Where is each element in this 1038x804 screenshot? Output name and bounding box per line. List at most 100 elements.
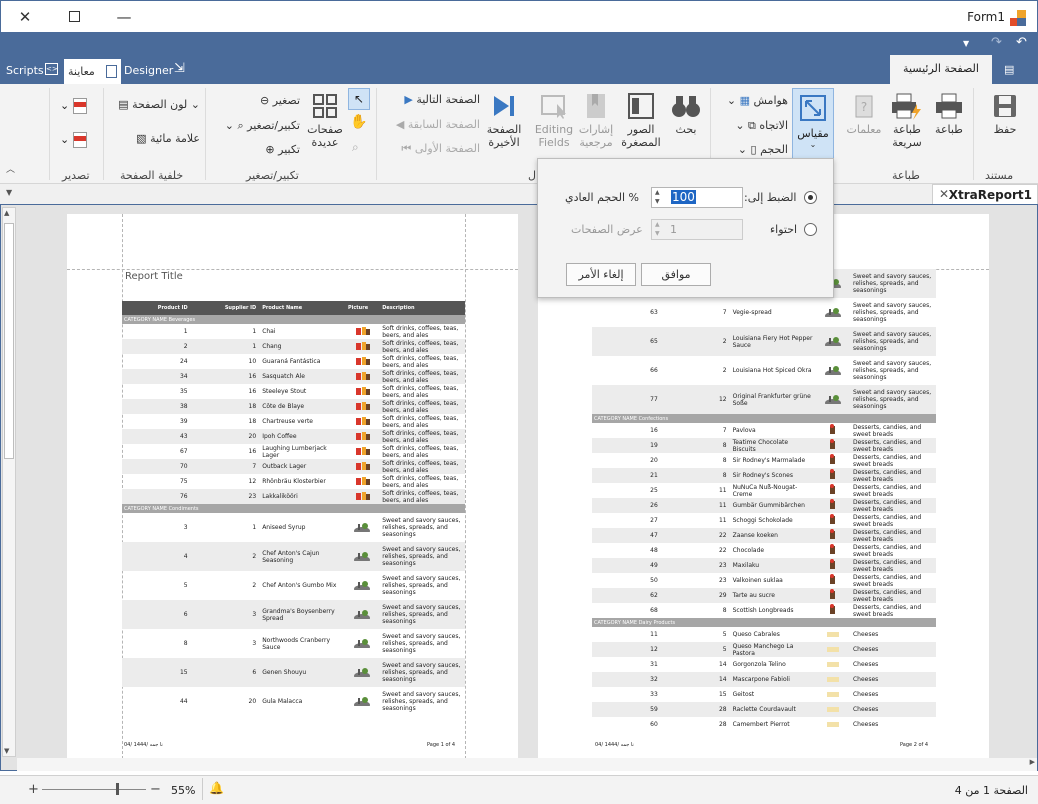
pointer-tool-button[interactable]: ↖ [348, 88, 370, 110]
spin-up-icon[interactable]: ▲ [655, 189, 660, 196]
spin-down-icon[interactable]: ▼ [655, 230, 660, 237]
fit-radio[interactable] [804, 223, 817, 236]
magnifier-tool-button[interactable]: ⌕ [352, 140, 359, 155]
save-button[interactable]: حفظ [985, 92, 1025, 136]
maximize-icon[interactable] [64, 7, 84, 27]
editing-fields-label-2: Fields [538, 136, 570, 149]
search-label: بحث [675, 123, 697, 136]
tab-home[interactable]: الصفحة الرئيسية [890, 55, 992, 84]
zoom-in-icon[interactable]: + [28, 782, 39, 797]
group-separator [973, 88, 974, 180]
table-cell: 23 [718, 577, 727, 584]
table-cell: NuNuCa Nuß-Nougat-Creme [732, 483, 798, 498]
search-button[interactable]: بحث [668, 92, 704, 136]
product-picture [815, 438, 850, 453]
editing-fields-button[interactable]: Editing Fields [534, 92, 574, 149]
editing-fields-label-1: Editing [534, 123, 574, 136]
report-footer-page: Page 1 of 4 [427, 742, 456, 748]
last-page-button[interactable]: الصفحة الأخيرة [484, 92, 524, 149]
next-page-button[interactable]: الصفحة التالية ▶ [380, 93, 480, 106]
bookmarks-button[interactable]: إشارات مرجعية [575, 92, 617, 149]
bookmarks-label-2: مرجعية [579, 136, 613, 149]
table-row: 24 10 Guaraná Fantástica Soft drinks, coffe… [122, 354, 465, 369]
table-cell: 5 [660, 642, 730, 657]
watermark-button[interactable]: علامة مائية ▧ [118, 132, 200, 145]
preview-tab[interactable]: معاينة [64, 59, 121, 84]
spin-up-icon[interactable]: ▲ [655, 221, 660, 228]
table-row: 77 12 Original Frankfurter grüne Soße Sweet… [592, 385, 936, 414]
multiple-pages-icon [313, 94, 337, 118]
ribbon: حفظ مستند طباعة طباعة سريعة ? معلمات مقي… [0, 84, 1038, 184]
adjust-to-spinner[interactable]: ▲ ▼ 100 [651, 187, 743, 208]
document-tab[interactable]: ✕ XtraReport1 [932, 184, 1038, 204]
zoom-in-button[interactable]: تكبير ⊕ [220, 143, 300, 156]
table-row: 43 20 Ipoh Coffee Soft drinks, coffees, tea… [122, 429, 465, 444]
table-cell: 29 [660, 588, 730, 603]
previous-page-button[interactable]: الصفحة السابقة ◀ [380, 118, 480, 131]
scripts-button[interactable]: Scripts [6, 64, 44, 77]
close-tab-icon[interactable]: ✕ [939, 187, 949, 201]
scroll-thumb[interactable] [4, 223, 14, 459]
cancel-button[interactable]: إلغاء الأمر [566, 263, 636, 286]
table-cell: 1 [190, 339, 260, 354]
designer-button[interactable]: Designer [124, 64, 173, 77]
scroll-up-icon[interactable]: ▲ [4, 209, 9, 217]
table-row: 1 1 Chai Soft drinks, coffees, teas, beers,… [122, 324, 465, 339]
adjust-to-radio[interactable] [804, 191, 817, 204]
notification-bell-icon[interactable]: 🔔 [209, 781, 224, 795]
scale-button[interactable]: مقياس ⌄ [792, 88, 834, 160]
table-cell: Desserts, candies, and sweet breads [852, 573, 922, 588]
product-picture [344, 459, 380, 474]
tab-list-chevron-icon[interactable]: ▼ [6, 188, 12, 197]
undo-icon[interactable]: ↶ [1016, 35, 1027, 50]
product-picture [345, 687, 379, 716]
column-header: Product ID [122, 301, 191, 315]
scroll-down-icon[interactable]: ▼ [4, 747, 9, 755]
email-pdf-button[interactable]: ⌄ [60, 132, 87, 148]
page-color-icon: ▤ [118, 98, 129, 111]
print-preview-area[interactable]: Report Title Product ID Supplier ID Produc… [0, 204, 1038, 771]
customize-chevron-icon[interactable]: ▼ [963, 39, 969, 48]
minimize-icon[interactable]: — [114, 7, 134, 27]
size-button[interactable]: الحجم ▯ ⌄ [718, 143, 788, 156]
margins-button[interactable]: هوامش ▦ ⌄ [718, 94, 788, 107]
zoom-out-button[interactable]: تصغير ⊖ [220, 94, 300, 107]
watermark-icon: ▧ [136, 132, 147, 145]
close-icon[interactable]: ✕ [15, 7, 35, 27]
table-cell: Soft drinks, coffees, teas, beers, and a… [379, 429, 465, 444]
table-cell: Northwoods Cranberry Sauce [262, 636, 331, 651]
collapse-ribbon-icon[interactable]: ︿ [6, 162, 15, 175]
scroll-right-icon[interactable]: ▶ [1030, 758, 1035, 766]
fit-spinner[interactable]: ▲ ▼ 1 [651, 219, 743, 240]
table-cell: 7 [190, 459, 260, 474]
table-cell: 1 [183, 328, 188, 335]
table-cell: Louisiana Fiery Hot Pepper Sauce [729, 327, 816, 356]
quick-print-button[interactable]: طباعة سريعة [886, 92, 928, 149]
redo-icon[interactable]: ↷ [991, 35, 1002, 50]
zoom-button[interactable]: تكبير/تصغير ⌕ ⌄ [200, 119, 300, 133]
ok-button[interactable]: موافق [641, 263, 711, 286]
first-page-button[interactable]: الصفحة الأولى ⏮ [380, 142, 480, 156]
column-header-row: Product ID Supplier ID Product Name Picture… [122, 301, 465, 315]
thumbnails-button[interactable]: الصور المصغرة [618, 92, 664, 149]
table-cell: 48 [650, 547, 658, 554]
zoom-slider[interactable] [42, 789, 146, 790]
table-cell: 63 [650, 309, 658, 316]
app-menu-icon[interactable]: ▤ [1004, 63, 1014, 76]
vertical-scrollbar[interactable]: ▲ ▼ [2, 207, 16, 757]
zoom-slider-thumb[interactable] [116, 783, 119, 795]
orientation-button[interactable]: الاتجاه ⧉ ⌄ [718, 119, 788, 133]
multiple-pages-button[interactable]: صفحات عديدة [303, 92, 347, 149]
hand-tool-button[interactable]: ✋ [350, 114, 367, 130]
table-row: 62 29 Tarte au sucre Desserts, candies, and… [592, 588, 936, 603]
print-button[interactable]: طباعة [930, 92, 968, 136]
chevron-down-icon: ⌄ [190, 98, 200, 111]
table-cell: Sweet and savory sauces, relishes, sprea… [849, 385, 936, 414]
zoom-out-icon[interactable]: − [150, 782, 161, 797]
parameters-button[interactable]: ? معلمات [845, 92, 883, 136]
fit-suffix: عرض الصفحات [571, 223, 643, 236]
horizontal-scrollbar[interactable]: ▶ [17, 758, 1037, 771]
spin-down-icon[interactable]: ▼ [655, 198, 660, 205]
page-color-button[interactable]: ⌄ لون الصفحة ▤ [110, 98, 200, 111]
export-pdf-button[interactable]: ⌄ [60, 98, 87, 114]
